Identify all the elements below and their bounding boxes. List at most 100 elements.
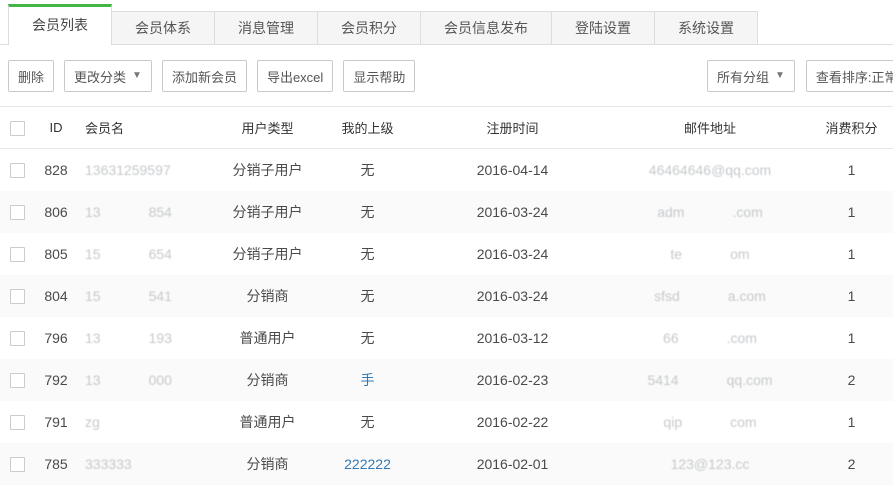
row-checkbox[interactable] — [10, 205, 25, 220]
consume-points: 1 — [800, 317, 893, 359]
add-member-button[interactable]: 添加新会员▼ — [162, 60, 247, 92]
member-table: ID会员名用户类型我的上级注册时间邮件地址消费积分 828 1363125959… — [0, 106, 893, 485]
member-id: 785 — [34, 443, 78, 485]
button-label: 更改分类 — [74, 67, 126, 86]
member-name: zg — [78, 401, 205, 443]
column-header-4: 我的上级 — [330, 107, 405, 149]
select-all-checkbox[interactable] — [10, 121, 25, 136]
column-header-3: 用户类型 — [205, 107, 330, 149]
tab-4[interactable]: 会员积分 — [318, 11, 421, 44]
table-header-row: ID会员名用户类型我的上级注册时间邮件地址消费积分 — [0, 107, 893, 149]
row-checkbox[interactable] — [10, 163, 25, 178]
tab-7[interactable]: 系统设置 — [655, 11, 758, 44]
tab-label: 会员列表 — [32, 17, 88, 33]
member-id: 805 — [34, 233, 78, 275]
consume-points: 1 — [800, 401, 893, 443]
row-checkbox[interactable] — [10, 415, 25, 430]
toolbar-filters: 所有分组 ▼ 查看排序:正常排序▼ — [707, 60, 893, 92]
table-row: 828 13631259597 分销子用户 无 2016-04-14 46464… — [0, 149, 893, 191]
tab-label: 消息管理 — [238, 20, 294, 36]
row-checkbox[interactable] — [10, 247, 25, 262]
table-row: 785 333333 分销商 222222 2016-02-01 123@123… — [0, 443, 893, 485]
caret-down-icon: ▼ — [132, 71, 142, 81]
tab-2[interactable]: 会员体系 — [112, 11, 215, 44]
toolbar: 删除▼ 更改分类 ▼ 添加新会员▼ 导出excel▼ 显示帮助▼ 所有分组 ▼ 查看… — [0, 45, 893, 106]
register-date: 2016-03-24 — [405, 233, 620, 275]
email: 66.com — [620, 317, 800, 359]
tab-label: 登陆设置 — [575, 20, 631, 36]
table-row: 806 13854 分销子用户 无 2016-03-24 adm.com 1 — [0, 191, 893, 233]
row-checkbox[interactable] — [10, 373, 25, 388]
consume-points: 1 — [800, 275, 893, 317]
column-header-5: 注册时间 — [405, 107, 620, 149]
member-name: 13193 — [78, 317, 205, 359]
caret-down-icon: ▼ — [775, 71, 785, 81]
superior: 无 — [330, 401, 405, 443]
tab-6[interactable]: 登陆设置 — [552, 11, 655, 44]
tab-label: 系统设置 — [678, 20, 734, 36]
table-row: 792 13000 分销商 手 2016-02-23 5414qq.com 2 — [0, 359, 893, 401]
register-date: 2016-02-22 — [405, 401, 620, 443]
superior: 无 — [330, 149, 405, 191]
button-label: 导出excel — [267, 67, 323, 86]
superior: 无 — [330, 317, 405, 359]
column-header-7: 消费积分 — [800, 107, 893, 149]
button-label: 显示帮助 — [353, 67, 405, 86]
tab-label: 会员体系 — [135, 20, 191, 36]
member-id: 791 — [34, 401, 78, 443]
tab-5[interactable]: 会员信息发布 — [421, 11, 552, 44]
all-groups-dropdown[interactable]: 所有分组 ▼ — [707, 60, 795, 92]
table-row: 796 13193 普通用户 无 2016-03-12 66.com 1 — [0, 317, 893, 359]
user-type: 分销子用户 — [205, 191, 330, 233]
register-date: 2016-02-23 — [405, 359, 620, 401]
column-header-2: 会员名 — [78, 107, 205, 149]
user-type: 分销商 — [205, 443, 330, 485]
email: 46464646@qq.com — [620, 149, 800, 191]
show-help-button[interactable]: 显示帮助▼ — [343, 60, 415, 92]
member-name: 13000 — [78, 359, 205, 401]
table-row: 791 zg 普通用户 无 2016-02-22 qipcom 1 — [0, 401, 893, 443]
row-checkbox[interactable] — [10, 457, 25, 472]
member-name: 13854 — [78, 191, 205, 233]
column-header-1: ID — [34, 107, 78, 149]
email: 123@123.cc — [620, 443, 800, 485]
tab-1[interactable]: 会员列表 — [8, 4, 112, 45]
button-label: 所有分组 — [717, 67, 769, 86]
register-date: 2016-03-24 — [405, 191, 620, 233]
row-checkbox[interactable] — [10, 331, 25, 346]
delete-button[interactable]: 删除▼ — [8, 60, 54, 92]
change-category-dropdown[interactable]: 更改分类 ▼ — [64, 60, 152, 92]
user-type: 普通用户 — [205, 317, 330, 359]
consume-points: 1 — [800, 233, 893, 275]
superior-link[interactable]: 222222 — [344, 456, 391, 472]
email: qipcom — [620, 401, 800, 443]
row-checkbox[interactable] — [10, 289, 25, 304]
user-type: 分销商 — [205, 275, 330, 317]
superior-link[interactable]: 手 — [361, 372, 375, 388]
member-id: 804 — [34, 275, 78, 317]
email: adm.com — [620, 191, 800, 233]
register-date: 2016-02-01 — [405, 443, 620, 485]
user-type: 分销子用户 — [205, 233, 330, 275]
button-label: 添加新会员 — [172, 67, 237, 86]
consume-points: 2 — [800, 359, 893, 401]
member-id: 792 — [34, 359, 78, 401]
member-name: 15541 — [78, 275, 205, 317]
tab-label: 会员积分 — [341, 20, 397, 36]
column-header-6: 邮件地址 — [620, 107, 800, 149]
member-name: 13631259597 — [78, 149, 205, 191]
register-date: 2016-04-14 — [405, 149, 620, 191]
tab-3[interactable]: 消息管理 — [215, 11, 318, 44]
export-excel-button[interactable]: 导出excel▼ — [257, 60, 333, 92]
email: 5414qq.com — [620, 359, 800, 401]
email: teom — [620, 233, 800, 275]
superior: 手 — [330, 359, 405, 401]
sort-order-dropdown[interactable]: 查看排序:正常排序▼ — [806, 60, 893, 92]
register-date: 2016-03-24 — [405, 275, 620, 317]
register-date: 2016-03-12 — [405, 317, 620, 359]
consume-points: 1 — [800, 149, 893, 191]
superior: 无 — [330, 191, 405, 233]
consume-points: 1 — [800, 191, 893, 233]
user-type: 普通用户 — [205, 401, 330, 443]
member-table-wrap: ID会员名用户类型我的上级注册时间邮件地址消费积分 828 1363125959… — [0, 106, 893, 485]
